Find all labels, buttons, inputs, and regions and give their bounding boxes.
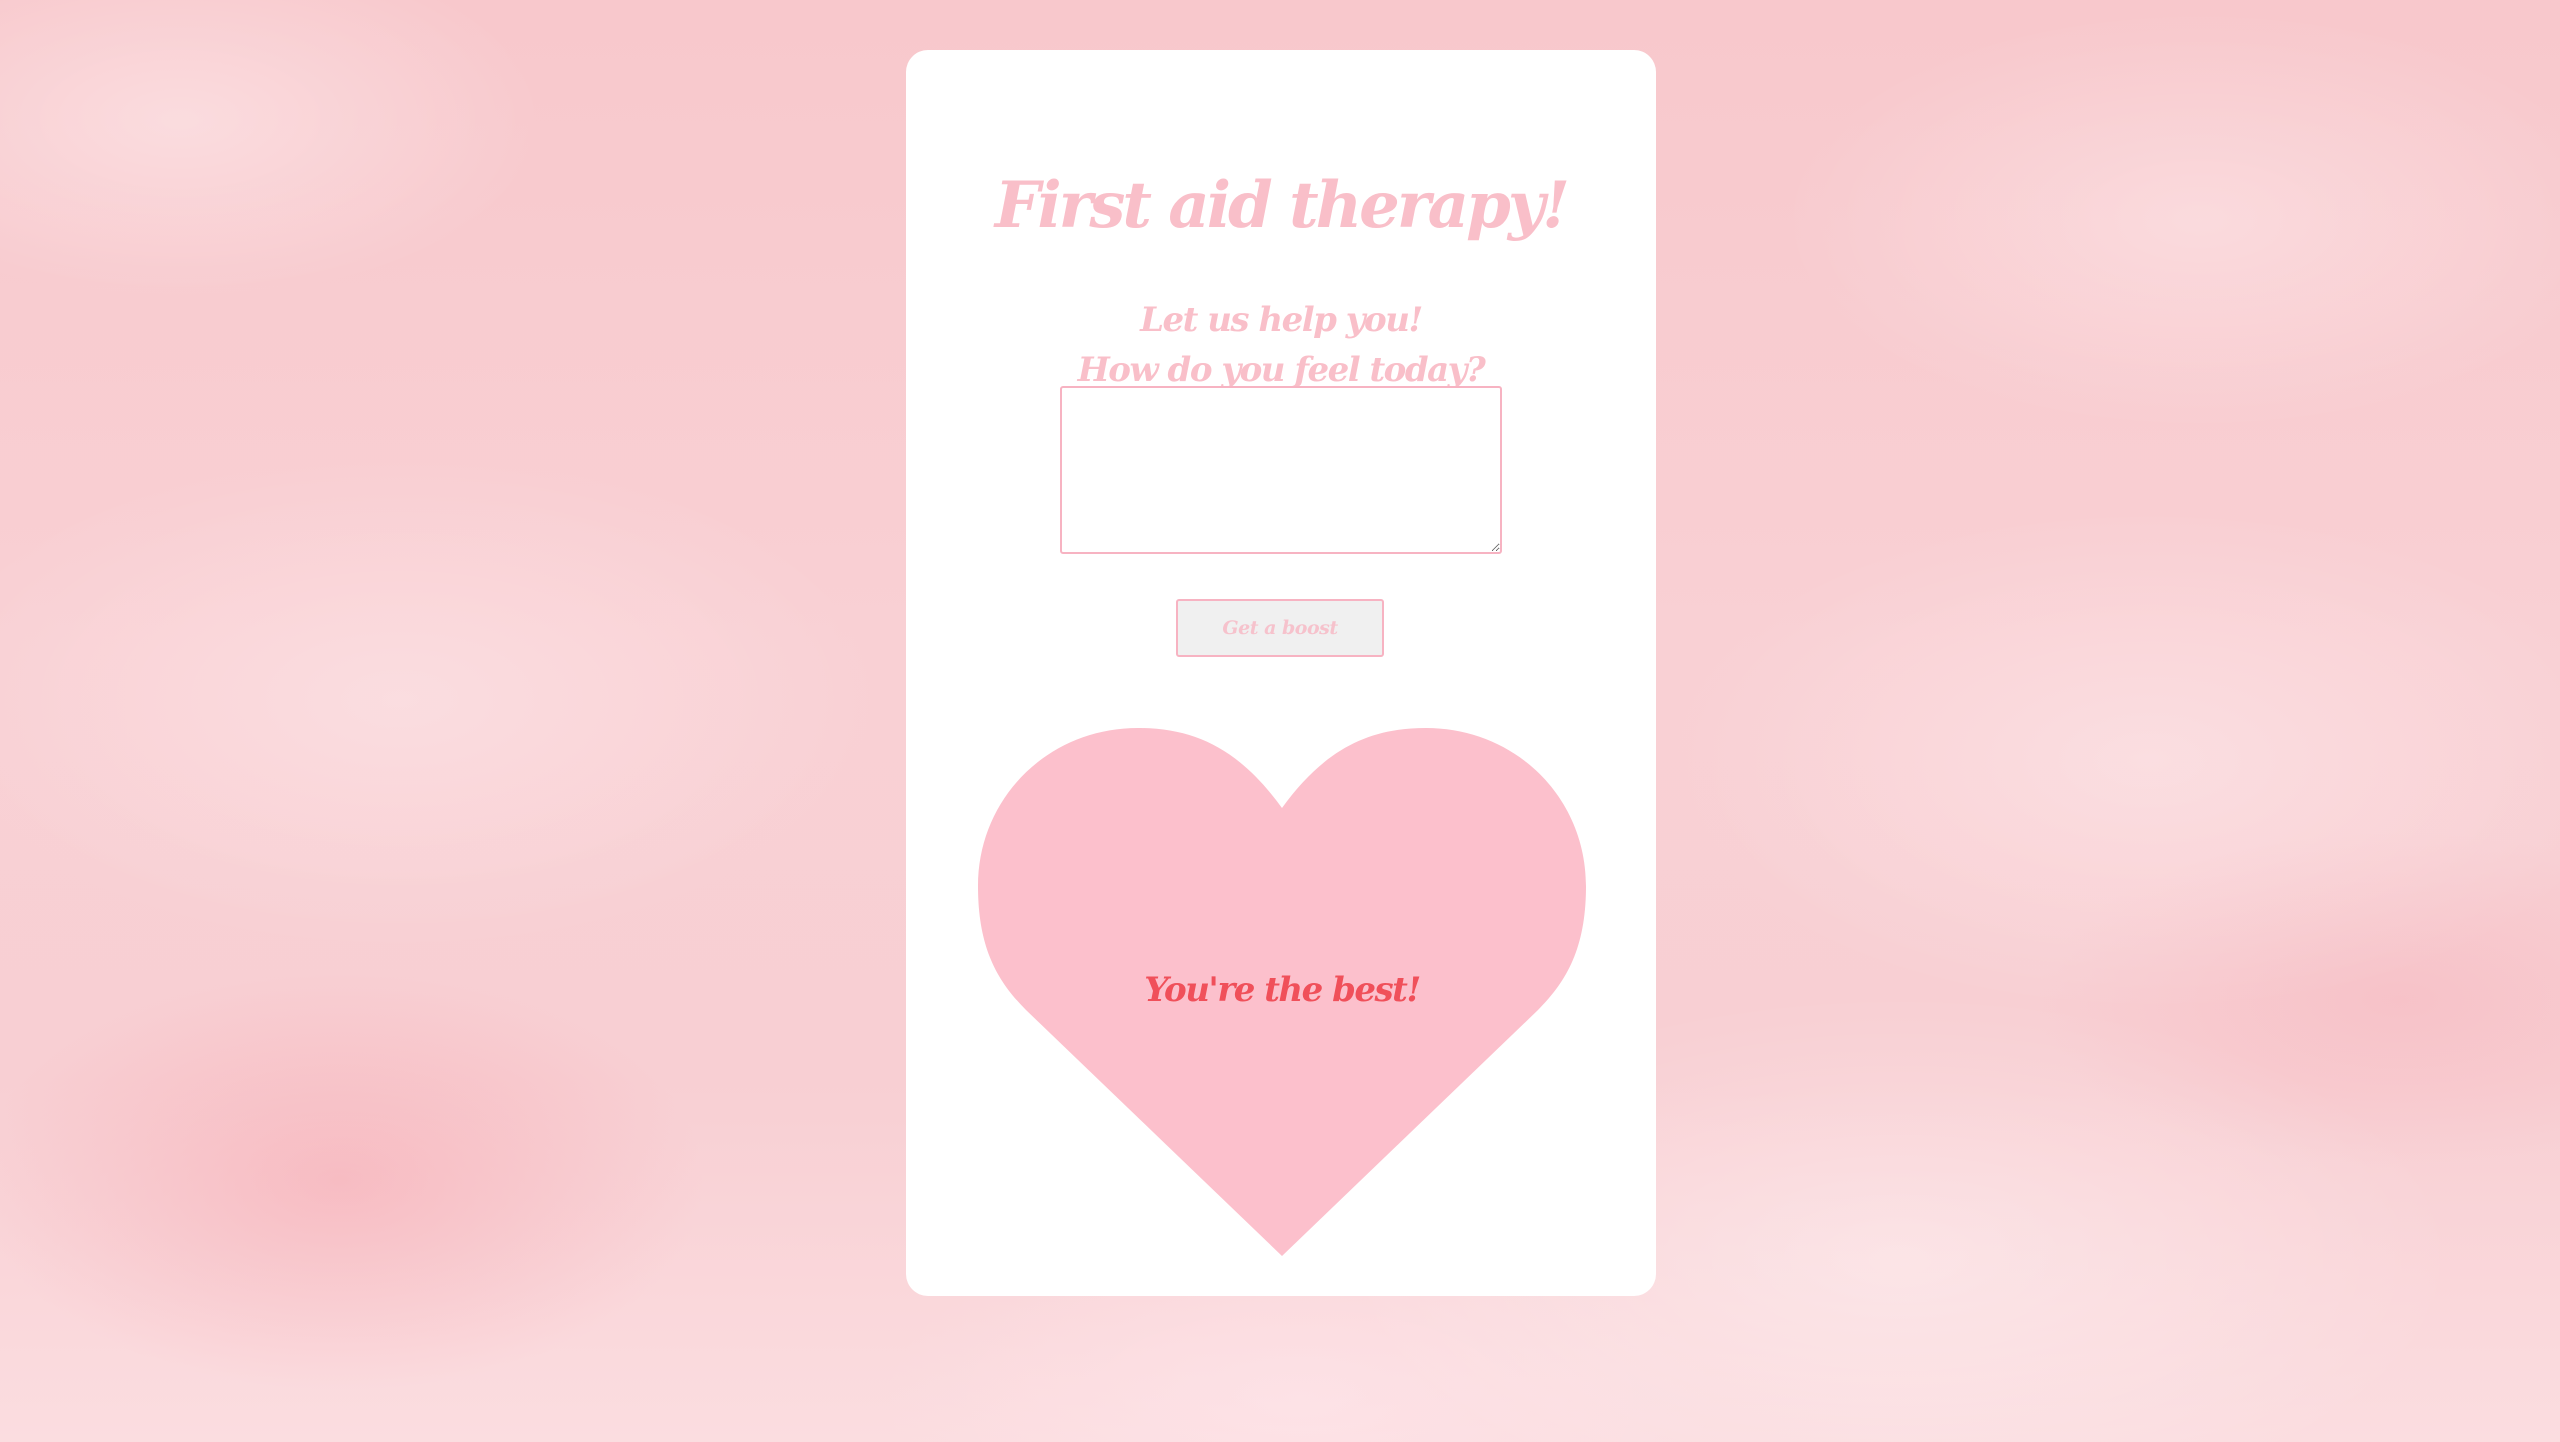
page-title: First aid therapy! xyxy=(994,168,1570,243)
subtitle-question: How do you feel today? xyxy=(1077,350,1486,390)
subtitle-help: Let us help you! xyxy=(1140,300,1423,340)
therapy-card: First aid therapy! Let us help you! How … xyxy=(906,50,1656,1296)
heart-message-box: You're the best! xyxy=(978,726,1586,1256)
feelings-textarea[interactable] xyxy=(1060,386,1502,554)
get-boost-button[interactable]: Get a boost xyxy=(1176,599,1384,657)
heart-message: You're the best! xyxy=(1144,970,1421,1010)
